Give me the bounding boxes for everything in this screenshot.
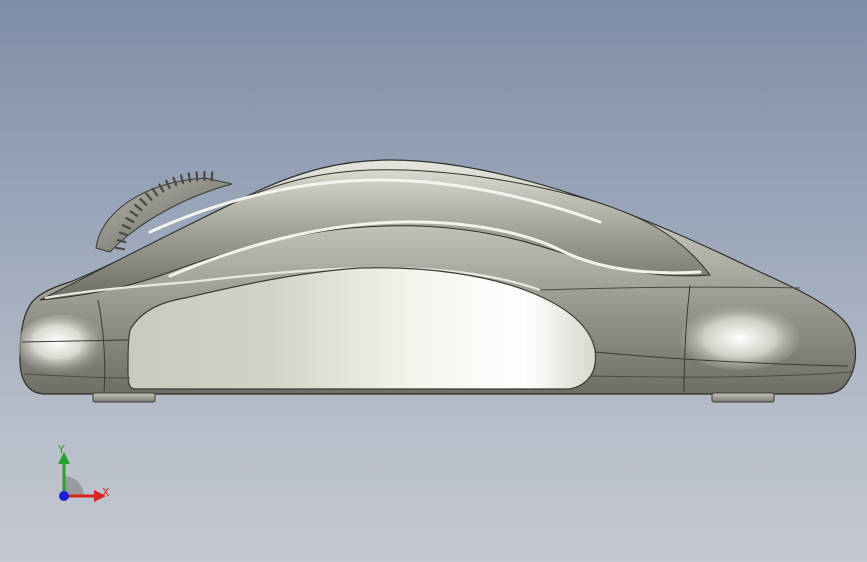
graphics-viewport[interactable]: X Y xyxy=(0,0,867,562)
foot-rear xyxy=(92,392,156,403)
x-axis-label: X xyxy=(102,486,110,499)
front-highlight xyxy=(680,306,800,370)
wheel-tooth xyxy=(114,246,126,251)
axis-triad: X Y xyxy=(50,440,120,510)
foot-front xyxy=(711,392,775,403)
rear-highlight xyxy=(17,315,107,375)
wheel-tooth xyxy=(210,171,214,182)
z-axis-dot xyxy=(59,491,69,501)
wheel-tooth xyxy=(187,172,192,183)
mouse-model[interactable] xyxy=(0,0,867,562)
wheel-tooth xyxy=(195,171,199,182)
y-axis-label: Y xyxy=(58,443,65,456)
